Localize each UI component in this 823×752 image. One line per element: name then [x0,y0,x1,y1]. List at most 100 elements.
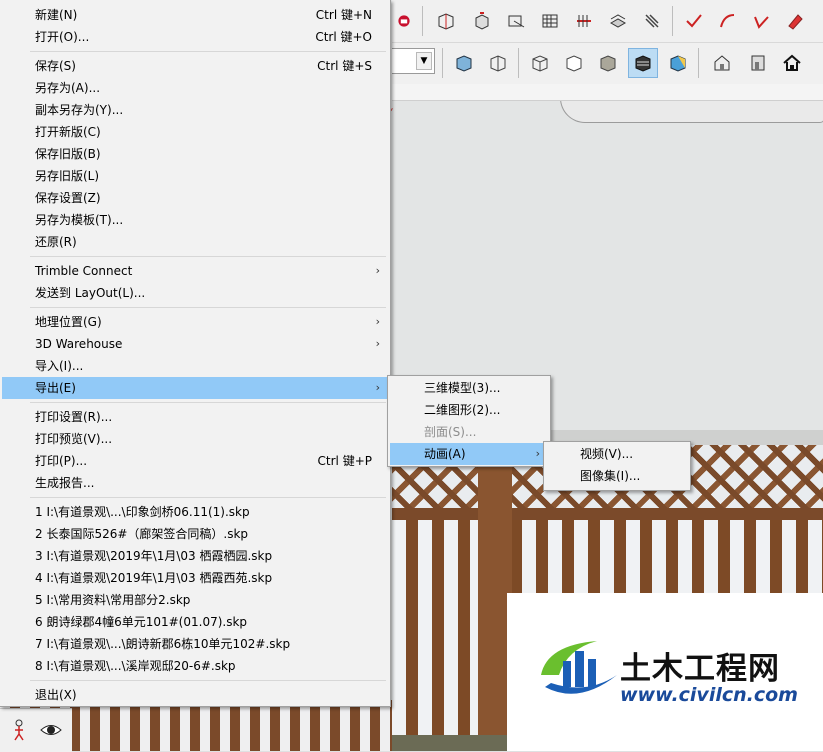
menu-item-save-old-version[interactable]: 保存旧版(B) [2,143,388,165]
menu-item-save-as[interactable]: 另存为(A)... [2,77,388,99]
recent-file-item[interactable]: 6 朗诗绿郡4幢6单元101#(01.07).skp [2,611,388,633]
chevron-right-icon: › [375,315,380,328]
menu-item-save-as-template[interactable]: 另存为模板(T)... [2,209,388,231]
menu-item-save[interactable]: 保存(S) Ctrl 键+S [2,55,388,77]
menu-item-label: 发送到 LayOut(L)... [35,286,146,300]
recent-file-item[interactable]: 5 I:\常用资料\常用部分2.skp [2,589,388,611]
menu-item-export-2d-graphic[interactable]: 二维图形(2)... [390,399,548,421]
arc-pencil-icon[interactable] [714,7,742,35]
house-iso-icon[interactable] [708,49,736,77]
menu-item-3d-warehouse[interactable]: 3D Warehouse › [2,333,388,355]
toolbar-separator [442,48,443,78]
menu-item-label: 副本另存为(Y)... [35,103,124,117]
recent-file-item[interactable]: 4 I:\有道景观\2019年\1月\03 栖霞西苑.skp [2,567,388,589]
section-box-icon[interactable] [502,7,530,35]
menu-item-image-set[interactable]: 图像集(I)... [546,465,688,487]
recent-file-item[interactable]: 2 长泰国际526#（廊架签合同稿）.skp [2,523,388,545]
menu-item-label: 3D Warehouse [35,337,123,351]
menu-item-video[interactable]: 视频(V)... [546,443,688,465]
menu-item-label: 打开(O)... [35,30,90,44]
menu-item-save-copy-as[interactable]: 副本另存为(Y)... [2,99,388,121]
look-around-eye-icon[interactable] [36,715,66,745]
textured-cube-icon[interactable] [594,49,622,77]
menu-item-save-settings[interactable]: 保存设置(Z) [2,187,388,209]
menu-item-label: 保存设置(Z) [35,191,101,205]
chevron-right-icon: › [375,337,380,350]
menu-item-label: 还原(R) [35,235,77,249]
menu-item-trimble-connect[interactable]: Trimble Connect › [2,260,388,282]
menu-item-open-new-version[interactable]: 打开新版(C) [2,121,388,143]
style-dropdown[interactable]: ▼ [392,48,435,74]
menu-item-label: 另存为模板(T)... [35,213,124,227]
stripes-icon[interactable] [638,7,666,35]
menu-item-label: 8 I:\有道景观\...\溪岸观邸20-6#.skp [35,659,236,673]
menu-item-export-animation[interactable]: 动画(A) › [390,443,548,465]
menu-item-open[interactable]: 打开(O)... Ctrl 键+O [2,26,388,48]
menu-item-label: 保存(S) [35,59,76,73]
menu-separator [30,256,386,257]
menu-item-export[interactable]: 导出(E) › [2,377,388,399]
stack-layers-icon[interactable] [604,7,632,35]
menu-item-label: 打印(P)... [35,454,88,468]
hidden-line-cube-icon[interactable] [526,49,554,77]
menu-item-label: 打印设置(R)... [35,410,113,424]
menu-item-exit[interactable]: 退出(X) [2,684,388,706]
menu-item-label: 剖面(S)... [424,425,477,439]
export-submenu: 三维模型(3)... 二维图形(2)... 剖面(S)... 动画(A) › [387,375,551,467]
menu-item-label: 5 I:\常用资料\常用部分2.skp [35,593,191,607]
menu-item-label: 地理位置(G) [35,315,102,329]
civilcn-logo-icon [541,641,617,694]
menu-separator [30,51,386,52]
check-pencil-icon[interactable] [680,7,708,35]
menu-item-label: 2 长泰国际526#（廊架签合同稿）.skp [35,527,249,541]
menu-item-import[interactable]: 导入(I)... [2,355,388,377]
menu-item-export-3d-model[interactable]: 三维模型(3)... [390,377,548,399]
menu-item-label: 导入(I)... [35,359,84,373]
menu-item-revert[interactable]: 还原(R) [2,231,388,253]
iso-cube-icon[interactable] [450,49,478,77]
recent-file-item[interactable]: 3 I:\有道景观\2019年\1月\03 栖霞栖园.skp [2,545,388,567]
viewport-ceiling-beam [560,98,823,123]
menu-item-label: 导出(E) [35,381,76,395]
section-arrow-icon[interactable] [570,7,598,35]
menu-separator [30,307,386,308]
recent-file-item[interactable]: 1 I:\有道景观\...\印象剑桥06.11(1).skp [2,501,388,523]
red-pencil-icon[interactable] [782,7,810,35]
curve-pencil-icon[interactable] [748,7,776,35]
menu-item-print-preview[interactable]: 打印预览(V)... [2,428,388,450]
box-wire-icon[interactable] [432,7,460,35]
move-box-icon[interactable] [468,7,496,35]
menu-item-label: 另存为(A)... [35,81,101,95]
menu-item-label: 二维图形(2)... [424,403,501,417]
shaded-cube-icon[interactable] [560,49,588,77]
menu-item-generate-report[interactable]: 生成报告... [2,472,388,494]
chevron-down-icon[interactable]: ▼ [416,52,432,70]
menu-item-new[interactable]: 新建(N) Ctrl 键+N [2,4,388,26]
menu-item-shortcut: Ctrl 键+S [317,59,372,73]
section-fill-icon[interactable] [536,7,564,35]
walk-person-icon[interactable] [4,715,34,745]
toolbar-area: ▼ [392,0,823,101]
menu-item-geo-location[interactable]: 地理位置(G) › [2,311,388,333]
watermark-url: www.civilcn.com [620,684,798,706]
toolbar-separator [422,6,423,36]
large-toolset-icon[interactable] [396,7,412,35]
menu-item-print-setup[interactable]: 打印设置(R)... [2,406,388,428]
wire-cube-icon[interactable] [484,49,512,77]
recent-file-item[interactable]: 8 I:\有道景观\...\溪岸观邸20-6#.skp [2,655,388,677]
menu-separator [30,402,386,403]
menu-item-label: 保存旧版(B) [35,147,101,161]
menu-item-label: 另存旧版(L) [35,169,100,183]
monochrome-cube-icon[interactable] [628,48,658,78]
toolbar-row-2: ▼ [392,42,823,85]
menu-separator [30,497,386,498]
file-menu: 新建(N) Ctrl 键+N 打开(O)... Ctrl 键+O 保存(S) C… [0,0,391,707]
watermark-logo: 土木工程网 www.civilcn.com [507,593,823,751]
menu-item-save-as-old-version[interactable]: 另存旧版(L) [2,165,388,187]
house-front-icon[interactable] [744,49,772,77]
house-icon[interactable] [778,49,806,77]
recent-file-item[interactable]: 7 I:\有道景观\...\朗诗新郡6栋10单元102#.skp [2,633,388,655]
menu-item-send-to-layout[interactable]: 发送到 LayOut(L)... [2,282,388,304]
menu-item-print[interactable]: 打印(P)... Ctrl 键+P [2,450,388,472]
xray-cube-icon[interactable] [664,49,692,77]
